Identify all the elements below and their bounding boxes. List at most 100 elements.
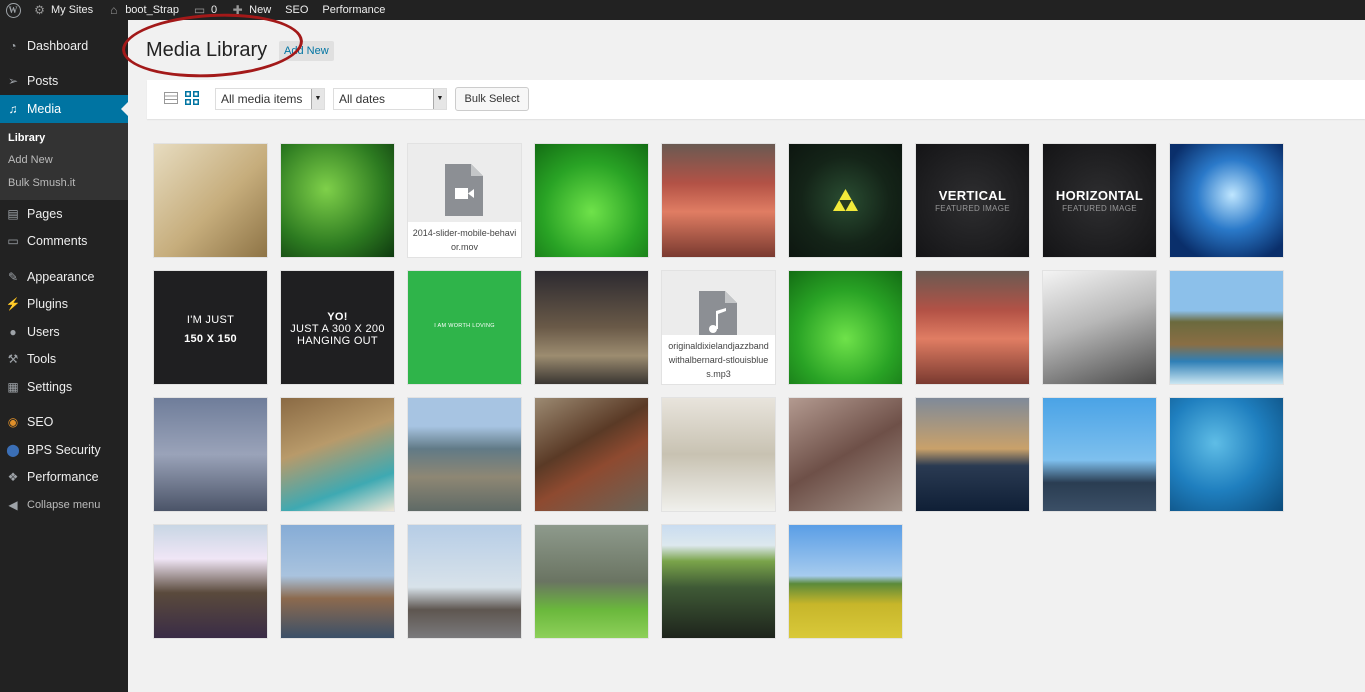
media-type-filter[interactable]: All media items ▼ — [215, 88, 325, 110]
sidebar-item-posts[interactable]: ➢ Posts — [0, 68, 128, 96]
media-thumbnail[interactable] — [789, 144, 902, 257]
media-thumbnail[interactable] — [662, 525, 775, 638]
plus-icon: ✚ — [232, 2, 243, 17]
submenu-library[interactable]: Library — [0, 127, 128, 150]
sidebar-item-settings[interactable]: ▦ Settings — [0, 373, 128, 401]
media-thumbnail[interactable]: originaldixielandjazzbandwithalbernard-s… — [662, 271, 775, 384]
bulk-select-button[interactable]: Bulk Select — [455, 87, 529, 111]
media-thumbnail[interactable] — [408, 525, 521, 638]
media-thumbnail[interactable] — [154, 144, 267, 257]
media-thumbnail[interactable] — [281, 144, 394, 257]
sidebar-item-appearance[interactable]: ✎ Appearance — [0, 263, 128, 291]
media-thumbnail[interactable] — [1170, 144, 1283, 257]
sidebar-item-performance[interactable]: ❖ Performance — [0, 464, 128, 492]
media-thumbnail[interactable]: I'M JUST 150 X 150 — [154, 271, 267, 384]
media-thumbnail[interactable]: YO! JUST A 300 X 200 HANGING OUT — [281, 271, 394, 384]
thumbnail-text: I AM WORTH LOVING — [434, 323, 495, 329]
media-filename: originaldixielandjazzbandwithalbernard-s… — [662, 335, 775, 384]
media-thumbnail[interactable] — [1170, 271, 1283, 384]
media-thumbnail[interactable] — [281, 398, 394, 511]
media-thumbnail[interactable] — [662, 398, 775, 511]
thumbnail-text: JUST A 300 X 200 — [290, 323, 385, 335]
page-title: Media Library — [146, 39, 268, 61]
thumbnail-text: YO! — [327, 311, 348, 323]
thumbnail-text: HANGING OUT — [297, 335, 378, 347]
sidebar-item-pages[interactable]: ▤ Pages — [0, 200, 128, 228]
media-thumbnail[interactable]: HORIZONTAL FEATURED IMAGE — [1043, 144, 1156, 257]
new-content-link[interactable]: ✚ New — [224, 0, 278, 20]
media-thumbnail[interactable] — [535, 525, 648, 638]
add-new-button[interactable]: Add New — [279, 41, 334, 61]
media-thumbnail[interactable] — [1043, 398, 1156, 511]
my-sites-link[interactable]: ⚙ My Sites — [26, 0, 100, 20]
media-icon: ♫ — [8, 101, 18, 116]
grid-view-icon[interactable] — [184, 90, 200, 106]
dashboard-icon: ◔ — [9, 38, 17, 53]
seo-icon: ◉ — [7, 415, 19, 430]
media-thumbnail[interactable] — [535, 271, 648, 384]
media-thumbnail[interactable] — [662, 144, 775, 257]
admin-bar: W ⚙ My Sites ⌂ boot_Strap ▭ 0 ✚ New SEO Perf… — [0, 0, 1365, 20]
sidebar-item-bps-security[interactable]: ⬤ BPS Security — [0, 436, 128, 464]
media-thumbnail[interactable] — [281, 525, 394, 638]
video-file-icon — [445, 164, 483, 216]
thumbnail-text: HORIZONTAL — [1055, 188, 1144, 203]
thumbnail-text: FEATURED IMAGE — [935, 204, 1010, 213]
media-thumbnail[interactable]: I AM WORTH LOVING — [408, 271, 521, 384]
site-name-link[interactable]: ⌂ boot_Strap — [100, 0, 186, 20]
chevron-down-icon: ▼ — [433, 89, 446, 109]
media-thumbnail[interactable] — [916, 271, 1029, 384]
pages-icon: ▤ — [7, 206, 19, 221]
seo-link[interactable]: SEO — [278, 0, 315, 20]
thumbnail-text: 150 X 150 — [184, 333, 237, 345]
comment-icon: ▭ — [7, 234, 19, 249]
media-toolbar: All media items ▼ All dates ▼ Bulk Selec… — [147, 80, 1365, 119]
settings-icon: ▦ — [7, 379, 19, 394]
media-thumbnail[interactable] — [789, 525, 902, 638]
comments-link[interactable]: ▭ 0 — [186, 0, 224, 20]
thumbnail-text: FEATURED IMAGE — [1062, 204, 1137, 213]
media-filename: 2014-slider-mobile-behavior.mov — [408, 222, 521, 257]
sidebar-item-seo[interactable]: ◉ SEO — [0, 409, 128, 437]
sidebar-item-media[interactable]: ♫ Media — [0, 95, 128, 123]
thumbnail-text: I'M JUST — [186, 314, 235, 326]
media-thumbnail[interactable] — [916, 398, 1029, 511]
performance-link[interactable]: Performance — [315, 0, 392, 20]
sidebar-item-users[interactable]: ● Users — [0, 318, 128, 346]
admin-sidebar: ◔ Dashboard ➢ Posts ♫ Media Library Add New… — [0, 20, 128, 692]
media-thumbnail[interactable] — [789, 398, 902, 511]
date-filter[interactable]: All dates ▼ — [333, 88, 447, 110]
media-thumbnail[interactable] — [408, 398, 521, 511]
media-thumbnail[interactable] — [1170, 398, 1283, 511]
triforce-icon — [833, 189, 858, 216]
sidebar-collapse-menu[interactable]: ◀ Collapse menu — [0, 491, 128, 519]
sidebar-item-comments[interactable]: ▭ Comments — [0, 228, 128, 256]
submenu-add-new[interactable]: Add New — [0, 149, 128, 172]
submenu-bulk-smush[interactable]: Bulk Smush.it — [0, 172, 128, 195]
main-content: Media Library Add New All media items ▼ … — [120, 9, 1365, 692]
list-view-icon[interactable] — [163, 90, 179, 106]
sidebar-item-plugins[interactable]: ⚡ Plugins — [0, 291, 128, 319]
media-thumbnail[interactable] — [154, 525, 267, 638]
media-thumbnail[interactable]: VERTICAL FEATURED IMAGE — [916, 144, 1029, 257]
brush-icon: ✎ — [7, 269, 19, 284]
media-thumbnail[interactable]: 2014-slider-mobile-behavior.mov — [408, 144, 521, 257]
media-thumbnail[interactable] — [1043, 271, 1156, 384]
media-thumbnail[interactable] — [535, 398, 648, 511]
sidebar-item-dashboard[interactable]: ◔ Dashboard — [0, 32, 128, 60]
plug-icon: ⚡ — [5, 297, 21, 312]
sidebar-item-tools[interactable]: ⚒ Tools — [0, 346, 128, 374]
media-thumbnail[interactable] — [789, 271, 902, 384]
media-thumbnail[interactable] — [154, 398, 267, 511]
performance-icon: ❖ — [7, 470, 19, 485]
media-thumbnail[interactable] — [535, 144, 648, 257]
shield-icon: ⬤ — [6, 442, 20, 457]
media-submenu: Library Add New Bulk Smush.it — [0, 122, 128, 200]
wordpress-logo-icon[interactable]: W — [0, 0, 26, 20]
chevron-down-icon: ▼ — [311, 89, 324, 109]
pin-icon: ➢ — [7, 74, 19, 89]
home-icon: ⌂ — [110, 2, 118, 17]
wrench-icon: ⚒ — [7, 352, 19, 367]
thumbnail-text: VERTICAL — [938, 188, 1007, 203]
collapse-icon: ◀ — [8, 497, 18, 512]
